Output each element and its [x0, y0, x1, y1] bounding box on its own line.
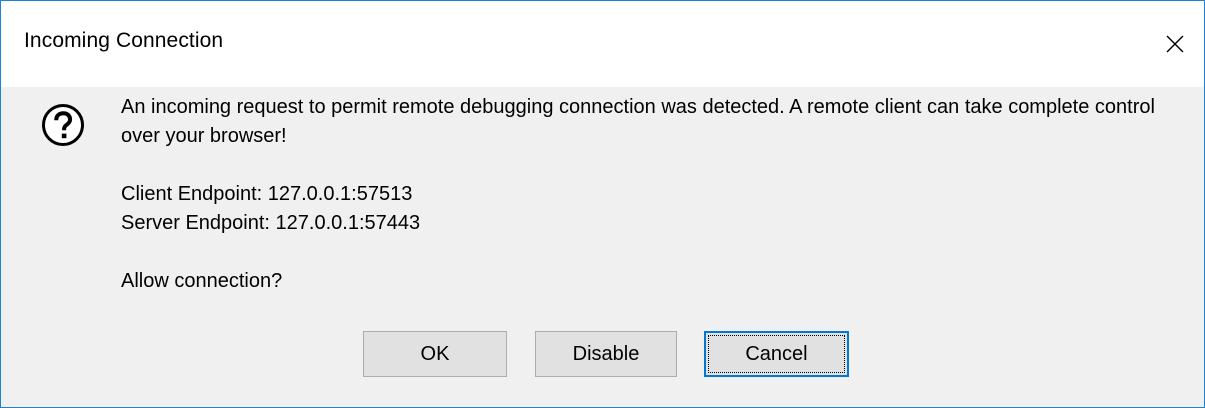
dialog-body: An incoming request to permit remote deb…: [1, 87, 1204, 407]
button-row: OK Disable Cancel: [1, 331, 1204, 379]
disable-button[interactable]: Disable: [535, 331, 677, 377]
client-endpoint-text: Client Endpoint: 127.0.0.1:57513: [121, 183, 413, 205]
close-button[interactable]: [1146, 1, 1204, 87]
ok-button[interactable]: OK: [363, 331, 507, 377]
message-area: An incoming request to permit remote deb…: [121, 93, 1161, 296]
incoming-connection-dialog: Incoming Connection An incoming request …: [0, 0, 1205, 408]
question-icon: [42, 104, 84, 146]
window-title: Incoming Connection: [24, 29, 224, 52]
warning-text: An incoming request to permit remote deb…: [121, 96, 1155, 147]
title-bar[interactable]: Incoming Connection: [1, 1, 1204, 87]
ok-button-label: OK: [420, 342, 450, 365]
cancel-button[interactable]: Cancel: [704, 331, 849, 377]
server-endpoint-text: Server Endpoint: 127.0.0.1:57443: [121, 212, 421, 234]
cancel-button-label: Cancel: [745, 342, 808, 365]
allow-connection-prompt: Allow connection?: [121, 270, 283, 292]
close-icon: [1166, 35, 1184, 53]
disable-button-label: Disable: [572, 342, 640, 365]
